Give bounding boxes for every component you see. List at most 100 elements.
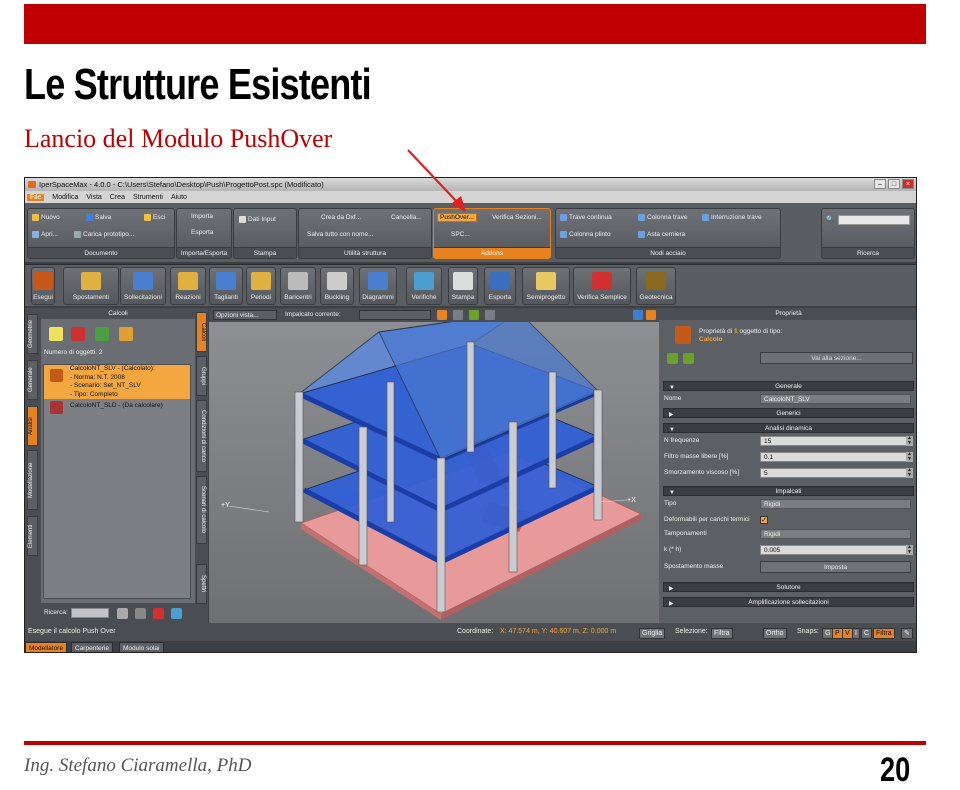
n-frequenze-field[interactable]: 15	[760, 436, 911, 446]
search-input[interactable]	[838, 215, 910, 225]
back-icon[interactable]	[667, 353, 678, 364]
section-impalcati[interactable]: ▼ Impalcati	[663, 486, 914, 496]
deformabili-checkbox[interactable]: ✓	[760, 516, 768, 524]
menu-vista[interactable]: Vista	[86, 194, 101, 201]
filter-icon[interactable]	[117, 608, 128, 619]
griglia-button[interactable]: Griglia	[639, 628, 666, 639]
spin-icon[interactable]: ▲ ▼	[906, 436, 913, 446]
ortho-button[interactable]: Ortho	[763, 628, 787, 639]
diagrammi-button[interactable]: Diagrammi	[359, 267, 397, 305]
tab-analisi[interactable]: Analisi	[27, 406, 38, 446]
3d-viewport[interactable]: +Y +X	[209, 311, 659, 623]
puzzle-icon[interactable]	[95, 327, 109, 341]
tab-condizioni-di-carico[interactable]: Condizioni di carico	[196, 400, 207, 472]
section-analisi-dinamica[interactable]: ▼ Analisi dinamica	[663, 423, 914, 433]
tab-modulo-solai[interactable]: Modulo solai	[119, 642, 164, 652]
section-generale[interactable]: ▼ Generale	[663, 381, 914, 391]
tab-gruppi[interactable]: Gruppi	[196, 356, 207, 396]
esporta-button[interactable]: Esporta	[484, 267, 516, 305]
esegui-button[interactable]: Esegui	[31, 267, 55, 305]
opzioni-vista-dropdown[interactable]: Opzioni vista...	[213, 310, 277, 320]
section-generici[interactable]: ▶ Generici	[663, 408, 914, 418]
menu-strumenti[interactable]: Strumenti	[133, 194, 163, 201]
trave-continua-button[interactable]: Trave continua	[560, 214, 612, 221]
section-amplificazione[interactable]: ▶ Amplificazione sollecitazioni	[663, 597, 914, 607]
up-icon[interactable]	[469, 310, 479, 320]
tab-elementi[interactable]: Elementi	[27, 516, 38, 556]
tab-geometrie[interactable]: Geometrie	[27, 314, 38, 354]
tab-modellatore[interactable]: Modellatore	[25, 642, 67, 652]
refresh-icon[interactable]	[135, 608, 146, 619]
buckling-button[interactable]: Buckling	[320, 267, 354, 305]
snap-c[interactable]: C	[861, 628, 873, 639]
spin-icon[interactable]: ▲ ▼	[906, 545, 913, 555]
tab-carpenterie[interactable]: Carpenterie	[71, 642, 113, 652]
crea-da-dxf-button[interactable]: Crea da Dxf...	[321, 214, 361, 221]
k-field[interactable]: 0.005	[760, 545, 911, 555]
apri-button[interactable]: Apri...	[32, 231, 58, 238]
imposta-button[interactable]: Imposta	[760, 561, 911, 573]
folder-icon[interactable]	[119, 327, 133, 341]
search-input[interactable]	[71, 608, 109, 618]
nuovo-button[interactable]: Nuovo	[32, 214, 60, 221]
tab-spettri[interactable]: Spettri	[196, 564, 207, 604]
tipo-select[interactable]: Rigidi	[760, 499, 911, 509]
wrench-icon[interactable]	[453, 310, 463, 320]
minimize-button[interactable]: –	[874, 179, 886, 189]
tab-calcoli[interactable]: Calcoli	[196, 312, 207, 352]
verifiche-button[interactable]: Verifiche	[406, 267, 442, 305]
verifica-semplice-button[interactable]: Verifica Semplice	[573, 267, 631, 305]
section-solutore[interactable]: ▶ Solutore	[663, 582, 914, 592]
vai-alla-sezione-button[interactable]: Vai alla sezione...	[760, 352, 913, 364]
salva-button[interactable]: Salva	[86, 214, 111, 221]
lock-icon[interactable]	[437, 310, 447, 320]
asta-cerniera-button[interactable]: Asta cerniera	[638, 231, 685, 238]
stampa-button[interactable]: Stampa	[448, 267, 478, 305]
importa-button[interactable]: Importa	[191, 213, 213, 220]
list-item[interactable]: CalcoloNT_SLV - (Calcolato): - Norma: N.…	[44, 365, 190, 400]
esporta-button[interactable]: Esporta	[191, 229, 213, 236]
impalcato-select[interactable]	[359, 310, 431, 320]
baricentri-button[interactable]: Baricentri	[280, 267, 316, 305]
tab-scenari-di-calcolo[interactable]: Scenari di calcolo	[196, 476, 207, 544]
carica-prototipo-button[interactable]: Carica prototipo...	[74, 231, 134, 238]
menu-file[interactable]: File	[27, 193, 45, 201]
wrench-icon[interactable]: ✎	[901, 628, 913, 639]
spc-button[interactable]: SPC...	[451, 231, 470, 238]
tamponamenti-select[interactable]: Rigidi	[760, 529, 911, 539]
delete-icon[interactable]	[71, 327, 85, 341]
filtra-button[interactable]: Filtra	[711, 628, 733, 639]
menu-modifica[interactable]: Modifica	[52, 194, 78, 201]
dati-input-button[interactable]: Dati Input	[239, 216, 276, 223]
clear-icon[interactable]	[153, 608, 164, 619]
forward-icon[interactable]	[683, 353, 694, 364]
reazioni-button[interactable]: Reazioni	[170, 267, 206, 305]
tool-icon[interactable]	[171, 608, 182, 619]
maximize-button[interactable]: □	[888, 179, 900, 189]
menu-crea[interactable]: Crea	[110, 194, 125, 201]
pushover-button[interactable]: PushOver...	[437, 213, 477, 222]
close-view-icon[interactable]	[646, 310, 656, 320]
nome-field[interactable]: CalcoloNT_SLV	[760, 394, 911, 404]
tab-modellazione[interactable]: Modellazione	[27, 450, 38, 510]
settings-icon[interactable]	[485, 310, 495, 320]
smorzamento-field[interactable]: 5	[760, 468, 911, 478]
interruzione-trave-button[interactable]: Interruzione trave	[702, 214, 762, 221]
close-button[interactable]: ×	[902, 179, 914, 189]
sollecitazioni-button[interactable]: Sollecitazioni	[120, 267, 166, 305]
add-view-icon[interactable]	[633, 310, 643, 320]
spostamenti-button[interactable]: Spostamenti	[63, 267, 119, 305]
verifica-sezioni-button[interactable]: Verifica Sezioni...	[492, 214, 542, 221]
taglianti-button[interactable]: Taglianti	[209, 267, 243, 305]
filtro-masse-field[interactable]: 0.1	[760, 452, 911, 462]
filtra-snap-button[interactable]: Filtra	[873, 628, 895, 639]
list-item[interactable]: CalcoloNT_SLD - (Da calcolare)	[44, 399, 190, 417]
colonna-plinto-button[interactable]: Colonna plinto	[560, 231, 611, 238]
spin-icon[interactable]: ▲ ▼	[906, 468, 913, 478]
salva-tutto-button[interactable]: Salva tutto con nome...	[307, 231, 373, 238]
semiprogetto-button[interactable]: Semiprogetto	[522, 267, 570, 305]
colonna-trave-button[interactable]: Colonna trave	[638, 214, 687, 221]
periodi-button[interactable]: Periodi	[246, 267, 276, 305]
new-calc-icon[interactable]	[49, 327, 63, 341]
geotecnica-button[interactable]: Geotecnica	[636, 267, 676, 305]
